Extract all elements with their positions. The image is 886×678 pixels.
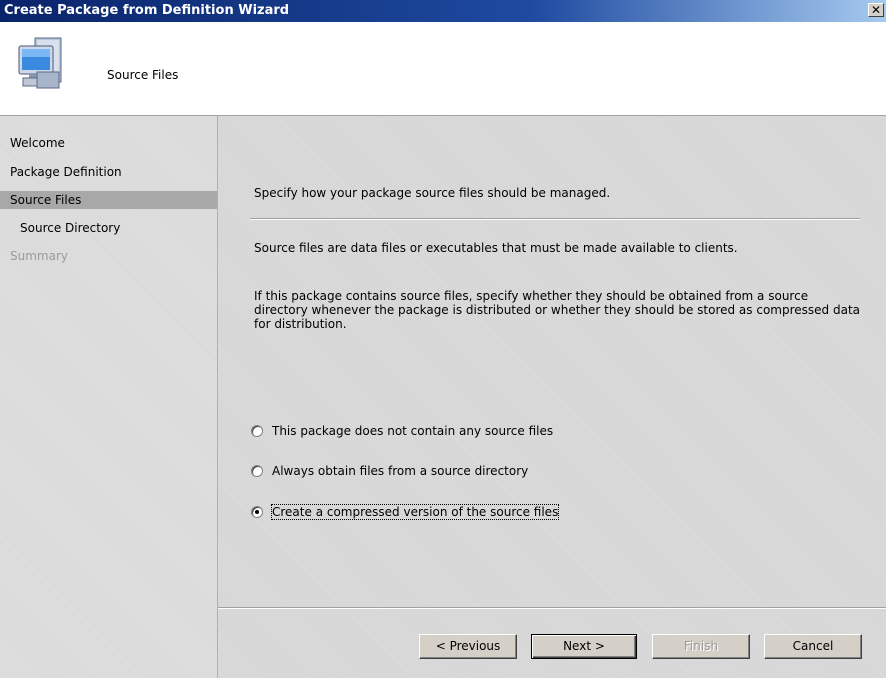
page-title: Source Files [107,68,179,82]
close-button[interactable]: ✕ [868,3,884,17]
option-label[interactable]: This package does not contain any source… [272,424,553,438]
description-text-1: Source files are data files or executabl… [254,241,738,255]
step-source-files: Source Files [0,191,217,209]
option-label[interactable]: Always obtain files from a source direct… [272,464,528,478]
window-title: Create Package from Definition Wizard [4,3,290,18]
step-package-definition: Package Definition [10,165,122,179]
divider [250,218,860,220]
step-welcome: Welcome [10,136,65,150]
step-summary: Summary [10,249,68,263]
title-bar: Create Package from Definition Wizard ✕ [0,0,886,22]
button-divider [218,607,886,609]
radio-button[interactable] [251,465,263,477]
computer-icon [18,37,62,89]
description-text-2: If this package contains source files, s… [254,289,860,331]
wizard-content: Specify how your package source files sh… [218,116,886,678]
intro-text: Specify how your package source files sh… [254,186,611,200]
radio-button-selected[interactable] [251,506,263,518]
finish-button[interactable]: Finish [652,634,750,659]
wizard-header: Source Files [0,22,886,116]
radio-button[interactable] [251,425,263,437]
previous-button[interactable]: < Previous [419,634,517,659]
cancel-button[interactable]: Cancel [764,634,862,659]
next-button[interactable]: Next > [531,634,637,659]
wizard-steps-sidebar: Welcome Package Definition Source Files … [0,116,218,678]
option-label[interactable]: Create a compressed version of the sourc… [270,504,560,520]
step-source-directory: Source Directory [20,221,121,235]
